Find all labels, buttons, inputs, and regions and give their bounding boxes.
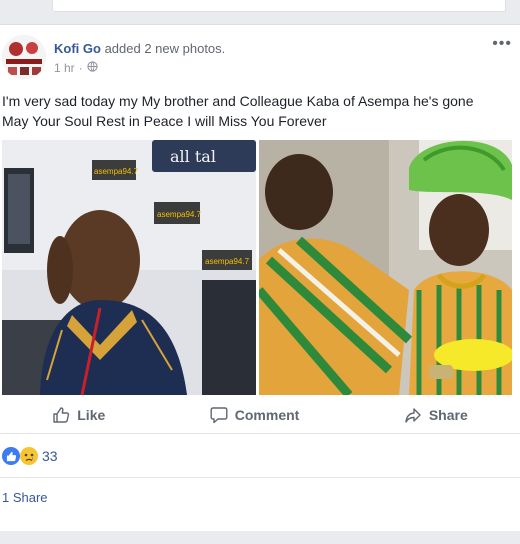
photo-right[interactable]	[259, 140, 512, 395]
like-label: Like	[77, 407, 106, 423]
share-arrow-icon	[404, 406, 422, 424]
reaction-count[interactable]: 33	[42, 448, 58, 464]
author-name[interactable]: Kofi Go	[54, 41, 101, 56]
globe-icon[interactable]	[87, 61, 98, 75]
thumbs-up-icon	[52, 406, 70, 424]
avatar-image	[2, 35, 46, 79]
photo-left[interactable]: all tal asempa94.7 asempa94.7 asempa94.7	[2, 140, 256, 395]
author-line: Kofi Go added 2 new photos.	[54, 41, 225, 56]
shares-count[interactable]: 1 Share	[2, 490, 48, 505]
post-card: Kofi Go added 2 new photos. 1 hr · ••• I…	[0, 24, 520, 532]
post-action-text: added 2 new photos.	[104, 41, 226, 56]
sad-icon	[20, 447, 38, 465]
post-text-line: I'm very sad today my My brother and Col…	[2, 93, 474, 109]
post-time[interactable]: 1 hr	[54, 61, 75, 75]
photo-radio-studio: all tal asempa94.7 asempa94.7 asempa94.7	[2, 140, 256, 395]
studio-logo-3: asempa94.7	[205, 257, 250, 266]
share-button[interactable]: Share	[404, 406, 468, 424]
reactions-summary[interactable]: 33	[2, 447, 58, 465]
divider	[0, 477, 520, 478]
like-button[interactable]: Like	[52, 406, 105, 424]
meta-dot: ·	[78, 61, 83, 75]
top-bar	[0, 0, 520, 22]
post-text: I'm very sad today my My brother and Col…	[2, 91, 514, 131]
share-label: Share	[428, 407, 468, 423]
comment-icon	[210, 406, 228, 424]
bottom-strip	[0, 531, 520, 544]
studio-logo-2: asempa94.7	[157, 210, 202, 219]
avatar[interactable]	[2, 35, 46, 79]
comment-label: Comment	[234, 407, 300, 423]
photo-couple-kente	[259, 140, 512, 395]
comment-button[interactable]: Comment	[210, 406, 300, 424]
post-meta: 1 hr ·	[54, 61, 98, 75]
studio-sign-text: all tal	[170, 147, 216, 166]
top-search-field[interactable]	[52, 0, 506, 12]
more-options-button[interactable]: •••	[492, 35, 512, 53]
studio-logo-1: asempa94.7	[94, 167, 139, 176]
like-icon	[2, 447, 20, 465]
post-text-line: May Your Soul Rest in Peace I will Miss …	[2, 113, 327, 129]
post-actions: Like Comment Share	[0, 397, 520, 434]
